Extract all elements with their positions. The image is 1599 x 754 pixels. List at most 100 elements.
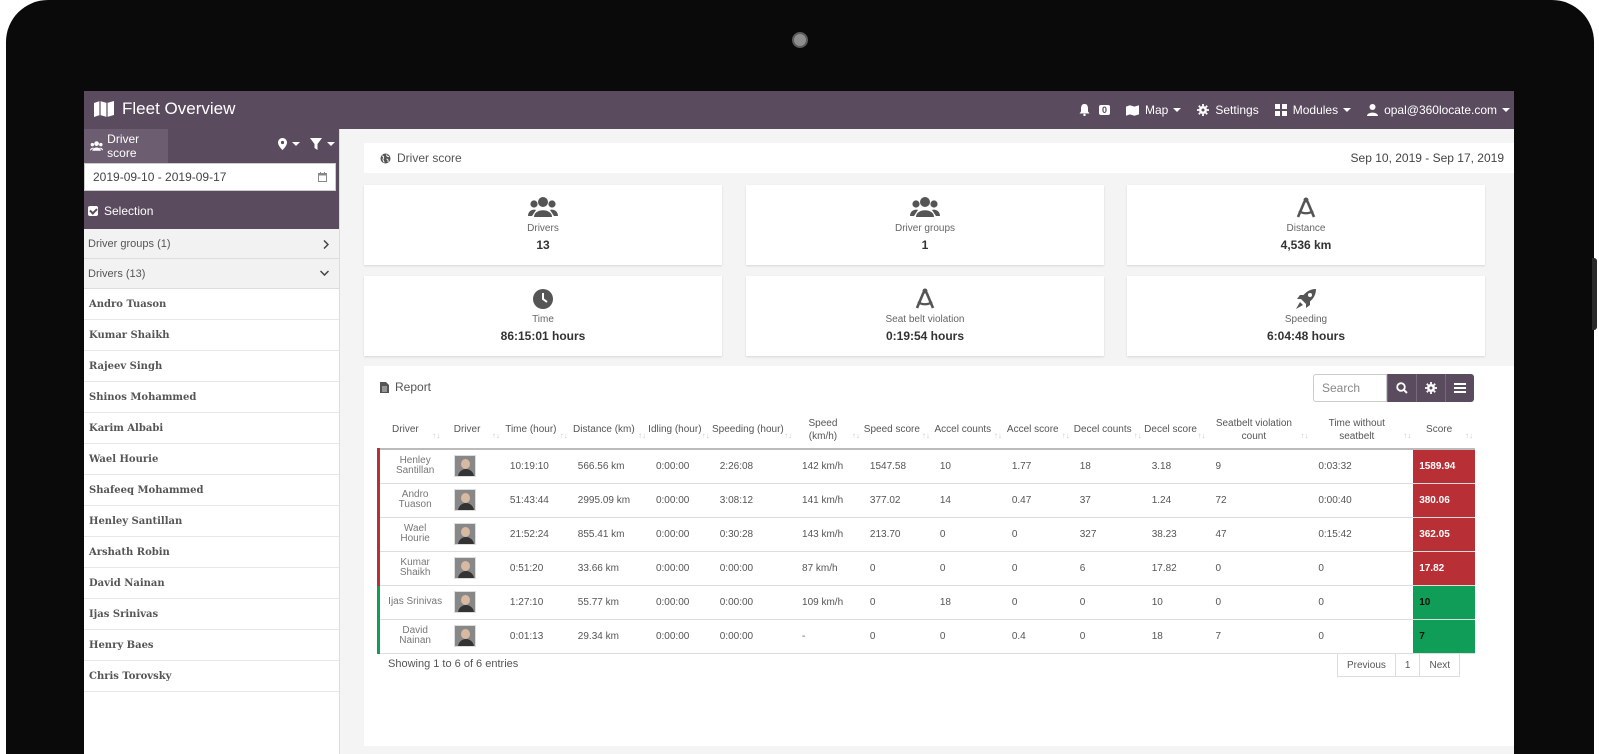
- list-item[interactable]: Rajeev Singh: [84, 351, 339, 382]
- score-cell: 17.82: [1413, 551, 1475, 586]
- column-header[interactable]: Idling (hour) ↑↓: [647, 411, 712, 450]
- sidebar-tools: [268, 138, 335, 150]
- notifications-button[interactable]: 0: [1079, 104, 1111, 116]
- caret-down-icon: [292, 142, 300, 146]
- cell-decel-counts: 37: [1071, 483, 1144, 518]
- clock-icon: [364, 288, 722, 312]
- table-row[interactable]: Henley Santillan 10:19:10 566.56 km 0:00:00…: [377, 449, 1475, 484]
- column-header[interactable]: Time (hour) ↑↓: [501, 411, 570, 450]
- map-menu[interactable]: Map: [1126, 103, 1182, 117]
- next-page-button[interactable]: Next: [1419, 653, 1461, 677]
- cell-time: 1:27:10: [501, 585, 570, 620]
- card-value: 86:15:01 hours: [500, 329, 586, 343]
- user-menu[interactable]: opal@360locate.com: [1367, 103, 1510, 117]
- cell-speed: 143 km/h: [794, 517, 862, 552]
- cell-speed: 141 km/h: [794, 483, 862, 518]
- list-item[interactable]: Arshath Robin: [84, 537, 339, 568]
- cell-seatbelt-count: 72: [1207, 483, 1311, 518]
- list-item[interactable]: Kumar Shaikh: [84, 320, 339, 351]
- sort-icon: ↑↓: [851, 431, 860, 440]
- list-item[interactable]: Andro Tuason: [84, 289, 339, 320]
- cell-accel-score: 0: [1003, 517, 1072, 552]
- cell-time: 0:01:13: [501, 619, 570, 654]
- tab-driver-score[interactable]: Driver score: [84, 129, 168, 163]
- sort-icon: ↑↓: [559, 431, 568, 440]
- cell-no-seatbelt: 0: [1310, 619, 1414, 654]
- app-brand[interactable]: Fleet Overview: [94, 99, 235, 119]
- drivers-toggle[interactable]: Drivers (13): [84, 259, 339, 289]
- list-item[interactable]: Henley Santillan: [84, 506, 339, 537]
- table-row[interactable]: Ijas Srinivas 1:27:10 55.77 km 0:00:00 0:00:…: [377, 585, 1475, 620]
- app-title: Fleet Overview: [122, 99, 236, 118]
- driver-avatar-cell: [442, 551, 502, 586]
- modules-menu[interactable]: Modules: [1274, 103, 1352, 117]
- cell-seatbelt-count: 9: [1207, 449, 1311, 484]
- cell-decel-score: 18: [1143, 619, 1208, 654]
- chevron-down-icon: [320, 270, 329, 276]
- avatar: [454, 625, 477, 647]
- device-side-button: [1592, 258, 1597, 330]
- cell-accel-counts: 14: [931, 483, 1004, 518]
- list-item[interactable]: Karim Albabi: [84, 413, 339, 444]
- driver-name-cell: Ijas Srinivas: [377, 585, 443, 620]
- main-content: Driver score Sep 10, 2019 - Sep 17, 2019…: [340, 129, 1514, 754]
- table-row[interactable]: Andro Tuason 51:43:44 2995.09 km 0:00:00 3:0…: [377, 483, 1475, 518]
- sort-icon: ↑↓: [784, 431, 793, 440]
- list-item[interactable]: Henry Baes: [84, 630, 339, 661]
- cell-seatbelt-count: 7: [1207, 619, 1311, 654]
- columns-menu-button[interactable]: [1445, 374, 1474, 402]
- list-icon: [1454, 383, 1466, 393]
- column-header[interactable]: Distance (km) ↑↓: [569, 411, 648, 450]
- list-item[interactable]: Shinos Mohammed: [84, 382, 339, 413]
- column-header[interactable]: Driver ↑↓: [378, 411, 443, 450]
- list-item[interactable]: Chris Torovsky: [84, 661, 339, 692]
- search-button[interactable]: [1387, 374, 1416, 402]
- column-header[interactable]: Decel score ↑↓: [1143, 411, 1208, 450]
- search-placeholder: Search: [1322, 381, 1361, 395]
- cell-decel-counts: 0: [1071, 619, 1144, 654]
- summary-card: Seat belt violation 0:19:54 hours: [746, 276, 1104, 356]
- driver-groups-toggle[interactable]: Driver groups (1): [84, 229, 339, 259]
- table-row[interactable]: Wael Hourie 21:52:24 855.41 km 0:00:00 0:30:…: [377, 517, 1475, 552]
- card-value: 4,536 km: [1280, 238, 1332, 252]
- column-header[interactable]: Score ↑↓: [1413, 411, 1475, 450]
- selection-toggle[interactable]: Selection: [84, 193, 339, 229]
- list-item[interactable]: David Nainan: [84, 568, 339, 599]
- page-1-button[interactable]: 1: [1394, 653, 1421, 677]
- selection-label: Selection: [104, 204, 154, 218]
- search-input[interactable]: Search: [1313, 374, 1387, 402]
- column-header[interactable]: Accel counts ↑↓: [931, 411, 1004, 450]
- previous-page-button[interactable]: Previous: [1337, 653, 1396, 677]
- column-header[interactable]: Time without seatbelt ↑↓: [1310, 411, 1414, 450]
- avatar: [454, 489, 477, 511]
- table-row[interactable]: Kumar Shaikh 0:51:20 33.66 km 0:00:00 0:00:0…: [377, 551, 1475, 586]
- list-item[interactable]: Ijas Srinivas: [84, 599, 339, 630]
- cell-distance: 566.56 km: [569, 449, 648, 484]
- sort-icon: ↑↓: [1061, 431, 1070, 440]
- cell-speeding: 0:00:00: [711, 551, 795, 586]
- settings-menu[interactable]: Settings: [1197, 103, 1259, 117]
- column-header[interactable]: Driver ↑↓: [442, 411, 502, 450]
- card-value: 1: [921, 238, 929, 252]
- date-range-input[interactable]: 2019-09-10 - 2019-09-17: [84, 163, 336, 191]
- table-row[interactable]: David Nainan 0:01:13 29.34 km 0:00:00 0:00:0…: [377, 619, 1475, 654]
- column-header[interactable]: Speeding (hour) ↑↓: [711, 411, 795, 450]
- column-header[interactable]: Speed score ↑↓: [861, 411, 932, 450]
- card-value: 6:04:48 hours: [1266, 329, 1346, 343]
- column-header[interactable]: Accel score ↑↓: [1003, 411, 1072, 450]
- location-filter-button[interactable]: [278, 138, 300, 150]
- filter-button[interactable]: [310, 138, 335, 150]
- cell-decel-score: 1.24: [1143, 483, 1208, 518]
- column-header[interactable]: Decel counts ↑↓: [1071, 411, 1144, 450]
- column-label: Driver: [392, 424, 419, 435]
- table-settings-button[interactable]: [1416, 374, 1445, 402]
- list-item[interactable]: Shafeeq Mohammed: [84, 475, 339, 506]
- score-cell: 380.06: [1413, 483, 1475, 518]
- summary-card: Driver groups 1: [746, 185, 1104, 265]
- driver-name-cell: David Nainan: [377, 619, 443, 654]
- driver-name-cell: Andro Tuason: [377, 483, 443, 518]
- avatar: [454, 557, 477, 579]
- column-header[interactable]: Seatbelt violation count ↑↓: [1207, 411, 1311, 450]
- list-item[interactable]: Wael Hourie: [84, 444, 339, 475]
- column-header[interactable]: Speed (km/h) ↑↓: [794, 411, 862, 450]
